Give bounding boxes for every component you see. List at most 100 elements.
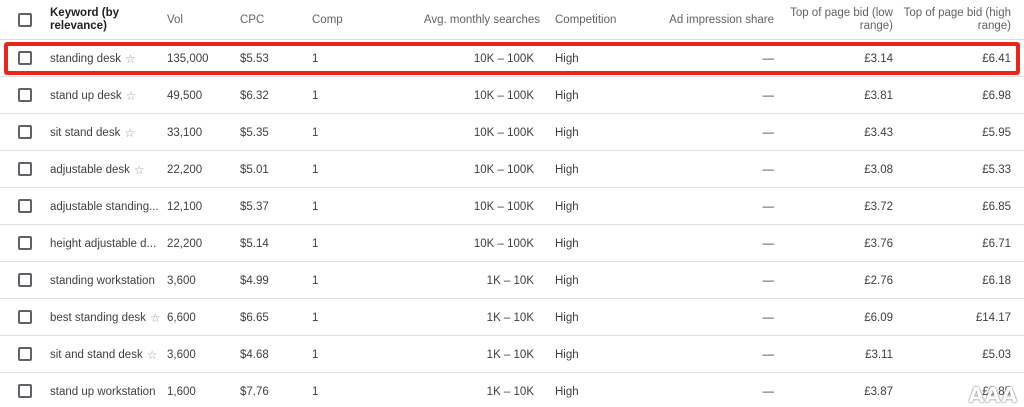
row-checkbox[interactable] — [18, 51, 32, 65]
avg-searches-cell: 10K – 100K — [473, 163, 534, 176]
header-cpc[interactable]: CPC — [240, 0, 264, 40]
comp-cell: 1 — [312, 274, 319, 287]
bid-low-cell: £3.11 — [865, 348, 893, 361]
ad-share-cell: — — [762, 237, 775, 250]
comp-cell: 1 — [312, 385, 319, 398]
select-all-checkbox[interactable] — [18, 13, 32, 27]
bid-low-cell: £3.76 — [864, 237, 893, 250]
ad-share-cell: — — [762, 348, 775, 361]
table-row[interactable]: sit and stand desk ☆ 3,600 $4.68 1 1K – 10K Hi… — [0, 336, 1024, 373]
row-checkbox[interactable] — [18, 88, 32, 102]
comp-cell: 1 — [312, 237, 319, 250]
keyword-text: adjustable desk — [50, 163, 130, 176]
star-icon[interactable]: ☆ — [125, 53, 136, 65]
cpc-cell: $5.14 — [240, 237, 269, 250]
bid-low-cell: £3.87 — [864, 385, 893, 398]
vol-cell: 3,600 — [167, 348, 196, 361]
star-icon[interactable]: ☆ — [126, 90, 137, 102]
avg-searches-cell: 1K – 10K — [486, 274, 534, 287]
keyword-cell: sit and stand desk ☆ — [50, 336, 157, 373]
bid-high-cell: £6.71 — [982, 237, 1011, 250]
competition-cell: High — [555, 89, 579, 102]
row-checkbox[interactable] — [18, 273, 32, 287]
header-top-bid-low[interactable]: Top of page bid (low range) — [780, 0, 893, 40]
cpc-cell: $6.65 — [240, 311, 269, 324]
ad-share-cell: — — [762, 311, 775, 324]
row-checkbox[interactable] — [18, 384, 32, 398]
avg-searches-cell: 10K – 100K — [473, 237, 534, 250]
comp-cell: 1 — [312, 200, 319, 213]
keyword-cell: best standing desk ☆ — [50, 299, 161, 336]
bid-high-cell: £6.85 — [982, 200, 1011, 213]
bid-high-cell: £5.95 — [982, 126, 1011, 139]
row-checkbox[interactable] — [18, 125, 32, 139]
comp-cell: 1 — [312, 311, 319, 324]
cpc-cell: $5.01 — [240, 163, 269, 176]
keyword-cell: standing workstation — [50, 262, 155, 299]
star-icon[interactable]: ☆ — [134, 164, 145, 176]
table-row[interactable]: best standing desk ☆ 6,600 $6.65 1 1K – 10K Hi… — [0, 299, 1024, 336]
keyword-text: sit and stand desk — [50, 348, 143, 361]
bid-low-cell: £3.72 — [864, 200, 893, 213]
table-row[interactable]: adjustable standing... 12,100 $5.37 1 10K – … — [0, 188, 1024, 225]
header-ad-impression-share[interactable]: Ad impression share — [640, 0, 774, 40]
header-competition[interactable]: Competition — [555, 0, 616, 40]
ad-share-cell: — — [762, 163, 775, 176]
vol-cell: 1,600 — [167, 385, 196, 398]
keyword-text: best standing desk — [50, 311, 146, 324]
bid-low-cell: £6.09 — [864, 311, 893, 324]
header-top-bid-high[interactable]: Top of page bid (high range) — [900, 0, 1011, 40]
bid-high-cell: £5.03 — [982, 348, 1011, 361]
vol-cell: 3,600 — [167, 274, 196, 287]
cpc-cell: $7.76 — [240, 385, 269, 398]
competition-cell: High — [555, 163, 579, 176]
vol-cell: 12,100 — [167, 200, 203, 213]
bid-low-cell: £3.14 — [864, 52, 893, 65]
row-checkbox[interactable] — [18, 199, 32, 213]
cpc-cell: $4.99 — [240, 274, 269, 287]
competition-cell: High — [555, 52, 579, 65]
header-comp[interactable]: Comp — [312, 0, 343, 40]
ad-share-cell: — — [762, 89, 775, 102]
keyword-text: standing desk — [50, 52, 121, 65]
cpc-cell: $5.53 — [240, 52, 269, 65]
table-row[interactable]: sit stand desk ☆ 33,100 $5.35 1 10K – 100K Hig… — [0, 114, 1024, 151]
star-icon[interactable]: ☆ — [150, 312, 161, 324]
keyword-cell: sit stand desk ☆ — [50, 114, 135, 151]
bid-high-cell: £14.17 — [975, 311, 1011, 324]
keyword-cell: height adjustable d... — [50, 225, 156, 262]
table-row[interactable]: adjustable desk ☆ 22,200 $5.01 1 10K – 100K Hi… — [0, 151, 1024, 188]
star-icon[interactable]: ☆ — [147, 349, 158, 361]
table-row[interactable]: standing desk ☆ 135,000 $5.53 1 10K – 100K Hig… — [0, 40, 1024, 77]
cpc-cell: $5.35 — [240, 126, 269, 139]
bid-low-cell: £3.08 — [864, 163, 893, 176]
row-checkbox[interactable] — [18, 236, 32, 250]
vol-cell: 33,100 — [167, 126, 203, 139]
star-icon[interactable]: ☆ — [124, 127, 135, 139]
table-row[interactable]: stand up workstation 1,600 $7.76 1 1K – 10K H… — [0, 373, 1024, 407]
competition-cell: High — [555, 200, 579, 213]
ad-share-cell: — — [762, 126, 775, 139]
row-checkbox[interactable] — [18, 310, 32, 324]
keyword-table: Keyword (by relevance) Vol CPC Comp Avg.… — [0, 0, 1024, 407]
avg-searches-cell: 10K – 100K — [473, 200, 534, 213]
ad-share-cell: — — [762, 200, 775, 213]
row-checkbox[interactable] — [18, 162, 32, 176]
keyword-cell: standing desk ☆ — [50, 40, 136, 77]
table-row[interactable]: height adjustable d... 22,200 $5.14 1 10K – … — [0, 225, 1024, 262]
header-keyword[interactable]: Keyword (by relevance) — [50, 0, 150, 40]
header-avg-monthly-searches[interactable]: Avg. monthly searches — [400, 0, 540, 40]
competition-cell: High — [555, 385, 579, 398]
avg-searches-cell: 10K – 100K — [473, 126, 534, 139]
table-row[interactable]: standing workstation 3,600 $4.99 1 1K – 10K H… — [0, 262, 1024, 299]
row-checkbox[interactable] — [18, 347, 32, 361]
competition-cell: High — [555, 274, 579, 287]
ad-share-cell: — — [762, 274, 775, 287]
table-row[interactable]: stand up desk ☆ 49,500 $6.32 1 10K – 100K High… — [0, 77, 1024, 114]
bid-high-cell: £6.18 — [982, 274, 1011, 287]
header-vol[interactable]: Vol — [167, 0, 183, 40]
table-header: Keyword (by relevance) Vol CPC Comp Avg.… — [0, 0, 1024, 40]
bid-high-cell: £5.33 — [982, 163, 1011, 176]
comp-cell: 1 — [312, 163, 319, 176]
cpc-cell: $6.32 — [240, 89, 269, 102]
